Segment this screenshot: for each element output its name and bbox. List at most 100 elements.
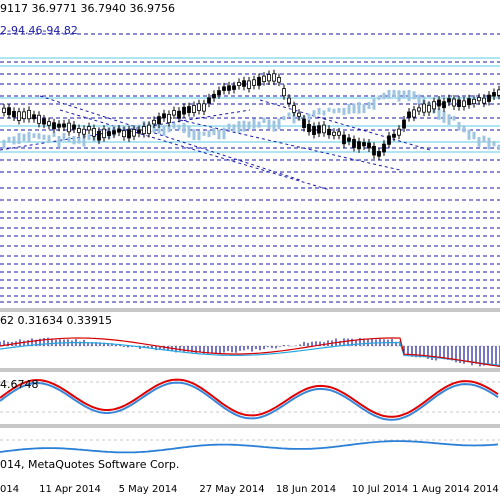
shadow-candle: [257, 121, 261, 128]
candle-body: [452, 98, 456, 107]
shadow-candle: [202, 131, 206, 136]
macd-panel[interactable]: 62 0.31634 0.33915: [0, 312, 500, 368]
candle-body: [242, 80, 246, 87]
shadow-candle: [227, 123, 231, 131]
candle-body: [352, 139, 356, 148]
trend-line: [179, 119, 401, 171]
candle-body: [482, 97, 486, 104]
shadow-candle: [187, 125, 191, 138]
shadow-candle: [47, 135, 51, 144]
candle-body: [92, 128, 96, 137]
trend-line: [59, 109, 331, 191]
ohlc-readout: 9117 36.9771 36.7940 36.9756: [0, 2, 175, 15]
shadow-candle: [382, 92, 386, 100]
shadow-candle: [387, 90, 391, 99]
candle-body: [402, 119, 406, 129]
candle-body: [7, 107, 11, 116]
candle-body: [422, 103, 426, 113]
candle-body: [97, 130, 101, 141]
shadow-candle: [272, 120, 276, 132]
shadow-candle: [342, 107, 346, 116]
candle-body: [107, 131, 111, 136]
candle-body: [27, 109, 31, 120]
shadow-candle: [37, 133, 41, 140]
shadow-candle: [222, 127, 226, 140]
shadow-candle: [482, 135, 486, 143]
candle-body: [22, 111, 26, 120]
shadow-candle: [472, 131, 476, 140]
shadow-candle: [22, 133, 26, 142]
shadow-candle: [42, 134, 46, 140]
candle-body: [147, 124, 151, 134]
shadow-candle: [362, 103, 366, 114]
shadow-candle: [412, 91, 416, 100]
shadow-candle: [462, 125, 466, 133]
stochastic-main-line: [0, 378, 499, 418]
shadow-candle: [77, 137, 81, 144]
candle-body: [197, 103, 201, 111]
candle-body: [367, 142, 371, 149]
candle-body: [257, 76, 261, 86]
main-chart-canvas[interactable]: [0, 0, 500, 308]
candle-body: [377, 151, 381, 157]
shadow-candle: [232, 124, 236, 132]
shadow-candle: [357, 102, 361, 114]
stochastic-canvas[interactable]: [0, 372, 500, 424]
candle-body: [167, 113, 171, 124]
shadow-candle: [247, 121, 251, 130]
main-chart-panel[interactable]: 9117 36.9771 36.7940 36.9756 2-94.46-94.…: [0, 0, 500, 308]
rsi-line: [0, 440, 499, 454]
shadow-candle: [392, 90, 396, 98]
shadow-candle: [377, 95, 381, 100]
shadow-candle: [262, 117, 266, 123]
candle-body: [442, 101, 446, 109]
candle-body: [382, 143, 386, 153]
shadow-candle: [282, 115, 286, 121]
candle-body: [472, 98, 476, 105]
shadow-candle: [347, 103, 351, 114]
shadow-candle: [252, 118, 256, 129]
candle-body: [417, 107, 421, 112]
candle-body: [187, 106, 191, 113]
stochastic-panel[interactable]: 4.6748: [0, 372, 500, 424]
shadow-candle: [32, 133, 36, 138]
candle-body: [327, 128, 331, 136]
candle-body: [297, 112, 301, 117]
rsi-panel[interactable]: 014, MetaQuotes Software Corp.: [0, 428, 500, 480]
shadow-candle: [172, 122, 176, 129]
shadow-candle: [57, 136, 61, 148]
candle-body: [302, 118, 306, 128]
shadow-candle: [327, 107, 331, 112]
candle-body: [142, 126, 146, 135]
shadow-candle: [397, 90, 401, 102]
time-axis-label: 11 Apr 2014: [39, 484, 101, 495]
shadow-candle: [332, 108, 336, 114]
candle-body: [192, 105, 196, 113]
candle-body: [2, 107, 6, 113]
candle-body: [262, 75, 266, 82]
candle-body: [412, 109, 416, 118]
candle-body: [117, 128, 121, 133]
rsi-canvas[interactable]: [0, 428, 500, 480]
candle-body: [457, 99, 461, 107]
shadow-candle: [467, 129, 471, 140]
shadow-candle: [62, 133, 66, 141]
candle-body: [447, 98, 451, 103]
candle-body: [12, 110, 16, 118]
candle-body: [397, 128, 401, 136]
time-axis-label: 014: [0, 484, 20, 495]
candle-body: [462, 100, 466, 107]
shadow-candle: [27, 132, 31, 143]
candle-body: [82, 128, 86, 135]
candle-body: [132, 129, 136, 137]
time-axis[interactable]: 014 11 Apr 2014 5 May 2014 27 May 2014 1…: [0, 480, 500, 500]
shadow-candle: [352, 103, 356, 114]
candle-body: [267, 74, 271, 82]
stochastic-signal-line: [0, 381, 499, 421]
copyright-text: 014, MetaQuotes Software Corp.: [0, 458, 180, 471]
macd-values-readout: 62 0.31634 0.33915: [0, 314, 112, 327]
candle-body: [207, 97, 211, 104]
shadow-candle: [457, 121, 461, 131]
shadow-candle: [312, 110, 316, 118]
candle-body: [232, 85, 236, 90]
